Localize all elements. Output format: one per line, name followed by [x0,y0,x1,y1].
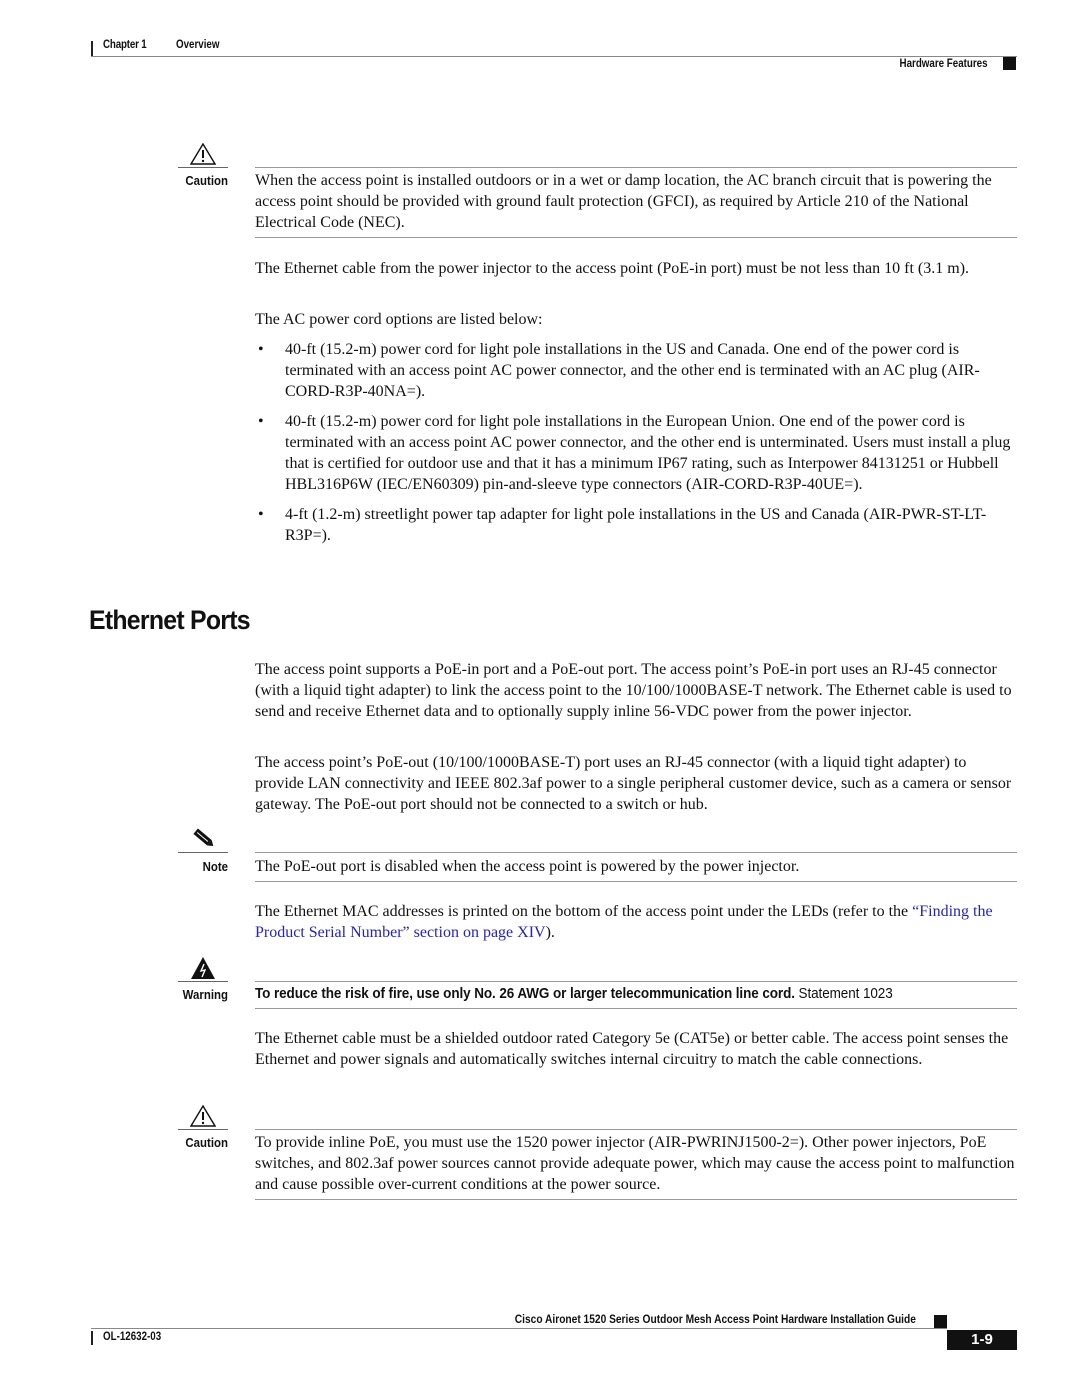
caution2-top-rule [255,1129,1017,1130]
caution2-paragraph: To provide inline PoE, you must use the … [255,1134,1015,1193]
bullet-icon: • [258,341,264,358]
list-item-text: 40-ft (15.2-m) power cord for light pole… [285,413,1011,493]
footer-marker-square [934,1315,947,1328]
caution2-icon-underline [178,1129,228,1130]
list-item-text: 40-ft (15.2-m) power cord for light pole… [285,341,980,400]
footer-doc-number: OL-12632-03 [103,1331,162,1343]
warning-icon-underline [178,981,228,982]
warning-statement-number: Statement 1023 [798,985,893,1002]
footer-page-number: 1-9 [947,1330,1017,1350]
note-text: The PoE-out port is disabled when the ac… [255,856,1017,877]
caution-text: When the access point is installed outdo… [255,170,1017,233]
bullet-icon: • [258,413,264,430]
warning-top-rule [255,981,1017,982]
caution-triangle-icon [178,142,228,170]
cable-length-text: The Ethernet cable from the power inject… [255,260,970,277]
header-section-title: Hardware Features [899,58,988,70]
list-item: • 4-ft (1.2-m) streetlight power tap ada… [255,504,1017,546]
caution2-label: Caution [185,1135,228,1150]
note-top-rule [255,852,1017,853]
ports-text-2: The access point’s PoE-out (10/100/1000B… [255,754,1012,813]
cord-options-list: • 40-ft (15.2-m) power cord for light po… [255,339,1017,546]
caution-icon-underline [178,167,228,168]
mac-text-before: The Ethernet MAC addresses is printed on… [255,903,913,920]
section-heading: Ethernet Ports [89,605,251,635]
mac-text-after: ). [545,924,555,941]
note-paragraph: The PoE-out port is disabled when the ac… [255,858,800,875]
warning-statement-text: To reduce the risk of fire, use only No.… [255,985,795,1002]
footer-rule [91,1328,947,1329]
ports-text-1: The access point supports a PoE-in port … [255,661,1012,720]
header-marker-square [1003,57,1016,70]
ports-paragraph-2: The access point’s PoE-out (10/100/1000B… [255,752,1017,815]
footer-guide-title: Cisco Aironet 1520 Series Outdoor Mesh A… [514,1312,916,1326]
header-chapter-title: Overview [176,39,220,51]
caution2-bottom-rule [255,1199,1017,1200]
header-left-bar [91,41,93,56]
warning-text: To reduce the risk of fire, use only No.… [255,985,893,1002]
cord-intro-paragraph: The AC power cord options are listed bel… [255,309,1017,330]
caution-paragraph: When the access point is installed outdo… [255,172,992,231]
list-item-text: 4-ft (1.2-m) streetlight power tap adapt… [285,506,987,544]
bullet-icon: • [258,506,264,523]
warning-bottom-rule [255,1008,1017,1009]
list-item: • 40-ft (15.2-m) power cord for light po… [255,339,1017,402]
caution-top-rule [255,167,1017,168]
cat5e-text: The Ethernet cable must be a shielded ou… [255,1030,1009,1068]
caution-bottom-rule [255,237,1017,238]
mac-paragraph: The Ethernet MAC addresses is printed on… [255,901,1017,943]
ports-paragraph-1: The access point supports a PoE-in port … [255,659,1017,722]
caution-triangle-icon [178,1104,228,1132]
list-item: • 40-ft (15.2-m) power cord for light po… [255,411,1017,495]
cable-length-paragraph: The Ethernet cable from the power inject… [255,258,1017,279]
header-chapter: Chapter 1 [103,39,147,51]
caution-label: Caution [185,173,228,188]
cat5e-paragraph: The Ethernet cable must be a shielded ou… [255,1028,1017,1070]
mac-text: The Ethernet MAC addresses is printed on… [255,901,1017,943]
header-rule [91,56,1017,57]
note-label: Note [202,859,228,874]
warning-label: Warning [182,987,228,1002]
note-bottom-rule [255,881,1017,882]
cord-intro-text: The AC power cord options are listed bel… [255,311,543,328]
note-pencil-icon [178,827,228,854]
caution2-text: To provide inline PoE, you must use the … [255,1132,1017,1195]
note-icon-underline [178,852,228,853]
footer-left-bar [91,1331,93,1345]
